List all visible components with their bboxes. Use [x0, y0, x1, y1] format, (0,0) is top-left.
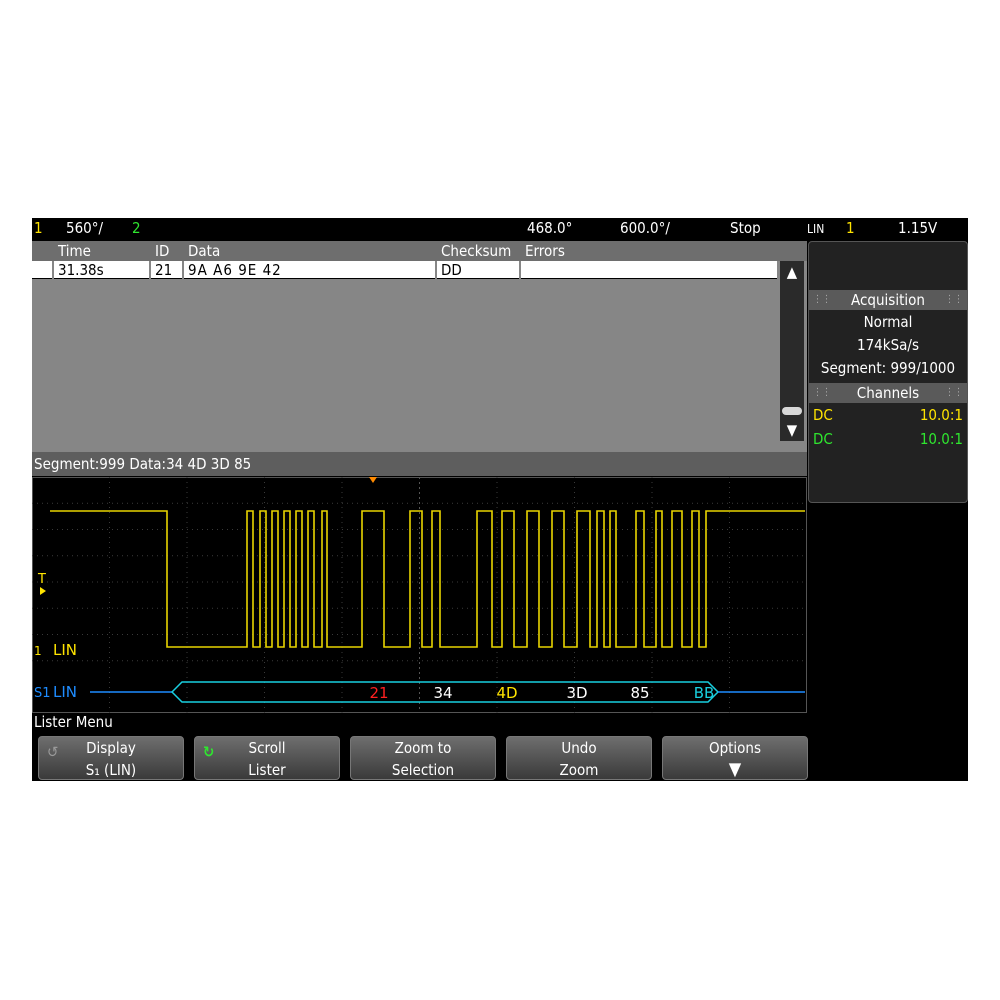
info-panel: ⋮⋮ Acquisition ⋮⋮ Normal 174kSa/s Segmen…: [808, 241, 968, 503]
channels-title: Channels: [856, 384, 920, 402]
grip-icon: ⋮⋮: [945, 387, 963, 398]
scroll-lister-button[interactable]: ↻ Scroll Lister: [194, 736, 340, 780]
col-errors: Errors: [525, 242, 565, 260]
table-row[interactable]: [32, 401, 780, 420]
serial-bus-label: LIN: [53, 683, 77, 701]
decode-value: BB: [694, 684, 715, 702]
softkey-label: Undo: [561, 739, 597, 757]
undo-zoom-button[interactable]: Undo Zoom: [506, 736, 652, 780]
cell-data: 9A A6 9E 42: [184, 261, 435, 279]
trigger-level-label: T: [37, 572, 46, 587]
channel-2-coupling: DC: [813, 430, 833, 448]
refresh-icon: ↻: [203, 743, 215, 761]
softkey-label: Lister: [248, 761, 286, 779]
segment-data-line: Segment:999 Data:34 4D 3D 85: [32, 452, 807, 476]
trigger-position-icon: [369, 477, 377, 483]
cell-error: [521, 261, 777, 279]
channel-1-info[interactable]: DC 10.0:1: [813, 406, 963, 426]
acquisition-header: ⋮⋮ Acquisition ⋮⋮: [809, 290, 967, 310]
col-time: Time: [58, 242, 91, 260]
cell-id: 21: [151, 261, 182, 279]
lister-header: Time ID Data Checksum Errors: [32, 241, 807, 261]
trigger-level-icon: [40, 587, 46, 595]
row-marker-icon: [32, 261, 52, 279]
zoom-to-selection-button[interactable]: Zoom to Selection: [350, 736, 496, 780]
channel-1-coupling: DC: [813, 406, 833, 424]
cell-time: 31.38s: [54, 261, 149, 279]
options-button[interactable]: Options ▼: [662, 736, 808, 780]
lister-scrollbar[interactable]: ▲ ▼: [780, 261, 804, 441]
channel-2-probe: 10.0:1: [919, 430, 963, 448]
softkey-label: Options: [708, 739, 762, 757]
decode-value: 85: [630, 684, 649, 702]
table-row[interactable]: [32, 301, 780, 320]
segment-count: Segment: 999/1000: [820, 359, 956, 377]
ch1-scale[interactable]: 560°/: [66, 219, 103, 237]
lin-waveform-trace: [50, 510, 805, 648]
table-row[interactable]: [32, 361, 780, 380]
table-row[interactable]: [32, 341, 780, 360]
scrollbar-thumb[interactable]: [782, 407, 802, 415]
serial-bus-number: S1: [34, 686, 51, 701]
channel-1-probe: 10.0:1: [919, 406, 963, 424]
ch1-label[interactable]: 1: [34, 219, 43, 237]
oscilloscope-screen: 1 560°/ 2 468.0° 600.0°/ Stop LIN 1 1.15…: [32, 218, 968, 781]
time-delay[interactable]: 468.0°: [527, 219, 572, 237]
sample-rate: 174kSa/s: [857, 336, 919, 354]
channel-number: 1: [34, 644, 42, 658]
softkey-label: Zoom: [559, 761, 599, 779]
display-s1-button[interactable]: ↺ Display S₁ (LIN): [38, 736, 184, 780]
grip-icon: ⋮⋮: [813, 294, 831, 305]
decode-value: 21: [369, 684, 388, 702]
channel-label: LIN: [53, 641, 77, 659]
cell-checksum: DD: [437, 261, 519, 279]
table-row[interactable]: [32, 381, 780, 400]
softkey-label: Zoom to: [394, 739, 452, 757]
down-arrow-icon: ▼: [728, 759, 742, 780]
trigger-source[interactable]: LIN: [807, 222, 824, 236]
up-arrow-icon[interactable]: ▲: [782, 263, 802, 281]
undo-icon: ↺: [47, 743, 59, 761]
table-row[interactable]: [32, 421, 780, 440]
acq-mode: Normal: [863, 313, 913, 331]
status-bar: 1 560°/ 2 468.0° 600.0°/ Stop LIN 1 1.15…: [32, 218, 968, 240]
table-row[interactable]: [32, 281, 780, 300]
grip-icon: ⋮⋮: [813, 387, 831, 398]
decode-value: 4D: [496, 684, 517, 702]
softkey-label: Display: [86, 739, 136, 757]
menu-title: Lister Menu: [34, 713, 113, 731]
lister-table: Time ID Data Checksum Errors 31.13s2134 …: [32, 241, 807, 453]
decode-value: 3D: [566, 684, 587, 702]
decode-value: 34: [433, 684, 452, 702]
ch2-label[interactable]: 2: [132, 219, 141, 237]
softkey-label: Scroll: [248, 739, 286, 757]
run-state[interactable]: Stop: [730, 219, 761, 237]
table-row[interactable]: [32, 321, 780, 340]
trigger-level[interactable]: 1.15V: [898, 219, 937, 237]
col-id: ID: [155, 242, 170, 260]
waveform-display[interactable]: T 1 LIN S1 LIN 21 34 4D 3D 85 BB: [32, 477, 807, 713]
trigger-channel: 1: [846, 219, 855, 237]
waveform-graticule: T1 LINS1 LIN 21 34 4D 3D 85 BB: [32, 477, 807, 713]
softkey-label: S₁ (LIN): [85, 761, 137, 779]
channels-header: ⋮⋮ Channels ⋮⋮: [809, 383, 967, 403]
acquisition-title: Acquisition: [851, 291, 925, 309]
col-checksum: Checksum: [441, 242, 512, 260]
grip-icon: ⋮⋮: [945, 294, 963, 305]
channel-2-info[interactable]: DC 10.0:1: [813, 430, 963, 450]
down-arrow-icon[interactable]: ▼: [782, 421, 802, 439]
timebase[interactable]: 600.0°/: [620, 219, 670, 237]
col-data: Data: [188, 242, 221, 260]
softkey-label: Selection: [391, 761, 455, 779]
